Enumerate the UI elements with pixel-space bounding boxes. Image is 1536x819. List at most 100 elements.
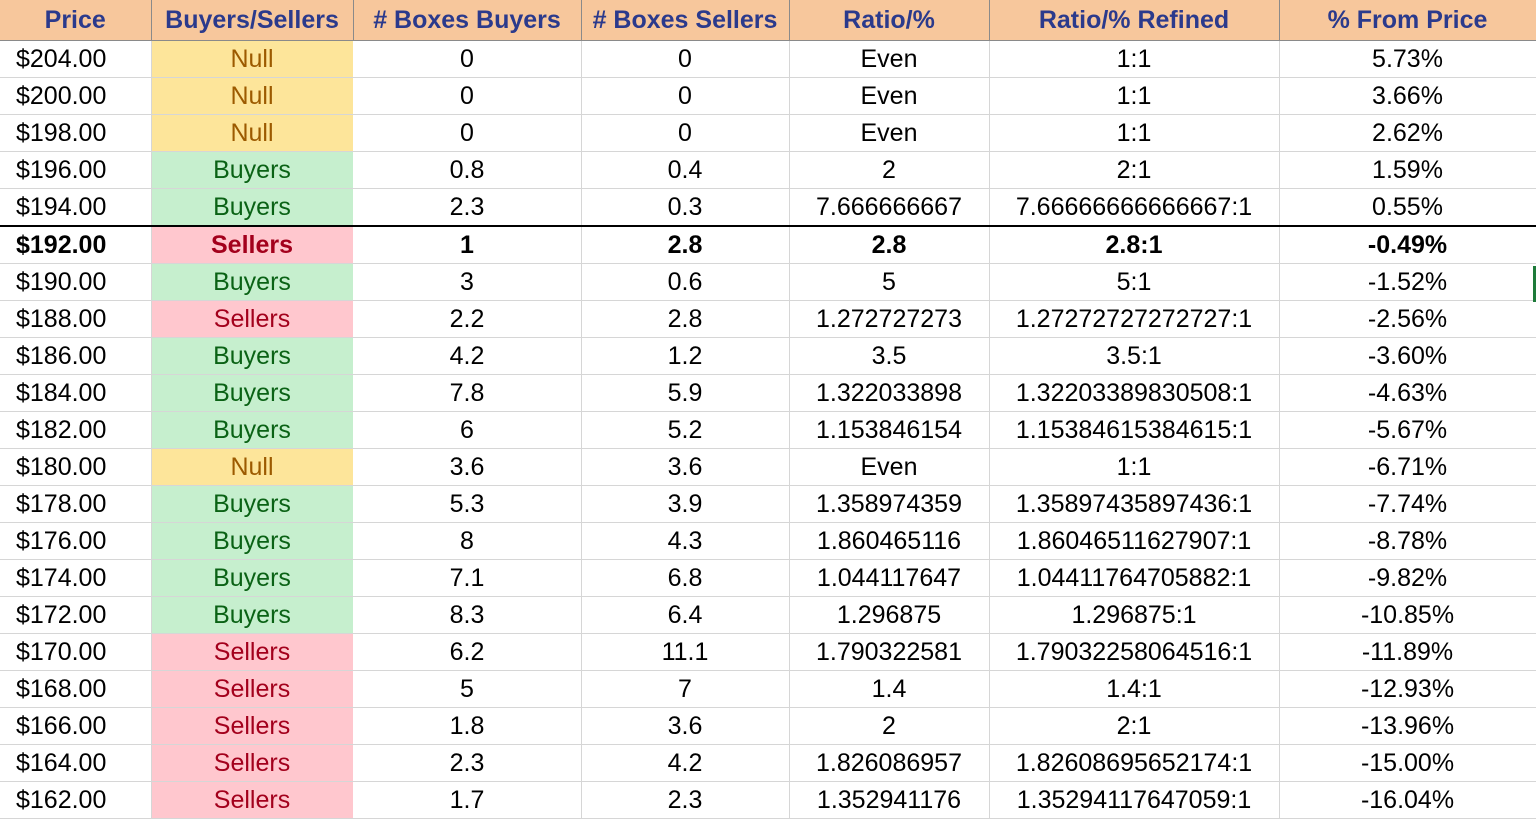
buyers-sellers-cell[interactable]: Buyers [151,374,354,412]
boxes-buyers-cell[interactable]: 2.2 [353,300,582,338]
boxes-sellers-cell[interactable]: 4.2 [581,744,790,782]
ratio-cell[interactable]: 1.044117647 [789,559,990,597]
boxes-sellers-cell[interactable]: 0.6 [581,263,790,301]
from-price-cell[interactable]: -16.04% [1279,781,1536,819]
buyers-sellers-cell[interactable]: Buyers [151,188,354,227]
buyers-sellers-cell[interactable]: Buyers [151,337,354,375]
from-price-cell[interactable]: -6.71% [1279,448,1536,486]
boxes-sellers-cell[interactable]: 1.2 [581,337,790,375]
ratio-refined-cell[interactable]: 1.27272727272727:1 [989,300,1280,338]
price-cell[interactable]: $192.00 [0,225,152,264]
buyers-sellers-cell[interactable]: Buyers [151,263,354,301]
price-cell[interactable]: $164.00 [0,744,152,782]
boxes-sellers-cell[interactable]: 11.1 [581,633,790,671]
from-price-cell[interactable]: -13.96% [1279,707,1536,745]
ratio-refined-cell[interactable]: 1:1 [989,77,1280,115]
ratio-refined-cell[interactable]: 1.35897435897436:1 [989,485,1280,523]
boxes-sellers-cell[interactable]: 6.8 [581,559,790,597]
boxes-buyers-cell[interactable]: 4.2 [353,337,582,375]
ratio-cell[interactable]: 1.4 [789,670,990,708]
ratio-refined-cell[interactable]: 5:1 [989,263,1280,301]
buyers-sellers-cell[interactable]: Sellers [151,670,354,708]
buyers-sellers-cell[interactable]: Sellers [151,300,354,338]
buyers-sellers-cell[interactable]: Null [151,40,354,78]
ratio-cell[interactable]: 2 [789,151,990,189]
from-price-cell[interactable]: -4.63% [1279,374,1536,412]
boxes-buyers-cell[interactable]: 8.3 [353,596,582,634]
from-price-cell[interactable]: 0.55% [1279,188,1536,227]
boxes-buyers-cell[interactable]: 6 [353,411,582,449]
from-price-cell[interactable]: -1.52% [1279,263,1536,301]
header-ratio-refined[interactable]: Ratio/% Refined [989,0,1280,41]
price-cell[interactable]: $168.00 [0,670,152,708]
ratio-refined-cell[interactable]: 1.86046511627907:1 [989,522,1280,560]
boxes-buyers-cell[interactable]: 8 [353,522,582,560]
from-price-cell[interactable]: -10.85% [1279,596,1536,634]
price-cell[interactable]: $198.00 [0,114,152,152]
ratio-refined-cell[interactable]: 1:1 [989,40,1280,78]
price-cell[interactable]: $196.00 [0,151,152,189]
price-cell[interactable]: $180.00 [0,448,152,486]
boxes-sellers-cell[interactable]: 5.2 [581,411,790,449]
boxes-buyers-cell[interactable]: 2.3 [353,188,582,227]
from-price-cell[interactable]: -3.60% [1279,337,1536,375]
from-price-cell[interactable]: -7.74% [1279,485,1536,523]
boxes-buyers-cell[interactable]: 7.8 [353,374,582,412]
boxes-buyers-cell[interactable]: 1.8 [353,707,582,745]
ratio-refined-cell[interactable]: 1.79032258064516:1 [989,633,1280,671]
boxes-sellers-cell[interactable]: 3.6 [581,448,790,486]
price-cell[interactable]: $172.00 [0,596,152,634]
buyers-sellers-cell[interactable]: Sellers [151,707,354,745]
header-boxes-buyers[interactable]: # Boxes Buyers [353,0,582,41]
boxes-sellers-cell[interactable]: 0.4 [581,151,790,189]
price-cell[interactable]: $166.00 [0,707,152,745]
boxes-buyers-cell[interactable]: 2.3 [353,744,582,782]
ratio-refined-cell[interactable]: 1.15384615384615:1 [989,411,1280,449]
boxes-sellers-cell[interactable]: 3.6 [581,707,790,745]
from-price-cell[interactable]: -11.89% [1279,633,1536,671]
ratio-cell[interactable]: 1.358974359 [789,485,990,523]
boxes-sellers-cell[interactable]: 0.3 [581,188,790,227]
ratio-cell[interactable]: 2.8 [789,225,990,264]
boxes-sellers-cell[interactable]: 6.4 [581,596,790,634]
buyers-sellers-cell[interactable]: Buyers [151,522,354,560]
price-cell[interactable]: $176.00 [0,522,152,560]
ratio-cell[interactable]: 7.666666667 [789,188,990,227]
buyers-sellers-cell[interactable]: Null [151,448,354,486]
boxes-sellers-cell[interactable]: 5.9 [581,374,790,412]
ratio-refined-cell[interactable]: 2.8:1 [989,225,1280,264]
from-price-cell[interactable]: -12.93% [1279,670,1536,708]
buyers-sellers-cell[interactable]: Buyers [151,411,354,449]
ratio-refined-cell[interactable]: 1.32203389830508:1 [989,374,1280,412]
boxes-buyers-cell[interactable]: 0 [353,77,582,115]
price-cell[interactable]: $182.00 [0,411,152,449]
boxes-sellers-cell[interactable]: 2.8 [581,300,790,338]
ratio-refined-cell[interactable]: 1.04411764705882:1 [989,559,1280,597]
price-cell[interactable]: $190.00 [0,263,152,301]
boxes-sellers-cell[interactable]: 4.3 [581,522,790,560]
price-cell[interactable]: $188.00 [0,300,152,338]
ratio-cell[interactable]: 1.352941176 [789,781,990,819]
ratio-refined-cell[interactable]: 2:1 [989,707,1280,745]
boxes-buyers-cell[interactable]: 0 [353,114,582,152]
ratio-cell[interactable]: Even [789,77,990,115]
ratio-refined-cell[interactable]: 1.4:1 [989,670,1280,708]
ratio-refined-cell[interactable]: 1.82608695652174:1 [989,744,1280,782]
boxes-buyers-cell[interactable]: 3 [353,263,582,301]
from-price-cell[interactable]: -5.67% [1279,411,1536,449]
from-price-cell[interactable]: -8.78% [1279,522,1536,560]
ratio-cell[interactable]: 1.826086957 [789,744,990,782]
buyers-sellers-cell[interactable]: Null [151,114,354,152]
price-cell[interactable]: $204.00 [0,40,152,78]
price-cell[interactable]: $174.00 [0,559,152,597]
ratio-cell[interactable]: 1.153846154 [789,411,990,449]
header-buyers-sellers[interactable]: Buyers/Sellers [151,0,354,41]
buyers-sellers-cell[interactable]: Buyers [151,596,354,634]
boxes-sellers-cell[interactable]: 2.3 [581,781,790,819]
header-ratio[interactable]: Ratio/% [789,0,990,41]
ratio-cell[interactable]: 2 [789,707,990,745]
ratio-cell[interactable]: 1.860465116 [789,522,990,560]
boxes-buyers-cell[interactable]: 1 [353,225,582,264]
boxes-buyers-cell[interactable]: 7.1 [353,559,582,597]
ratio-refined-cell[interactable]: 7.66666666666667:1 [989,188,1280,227]
